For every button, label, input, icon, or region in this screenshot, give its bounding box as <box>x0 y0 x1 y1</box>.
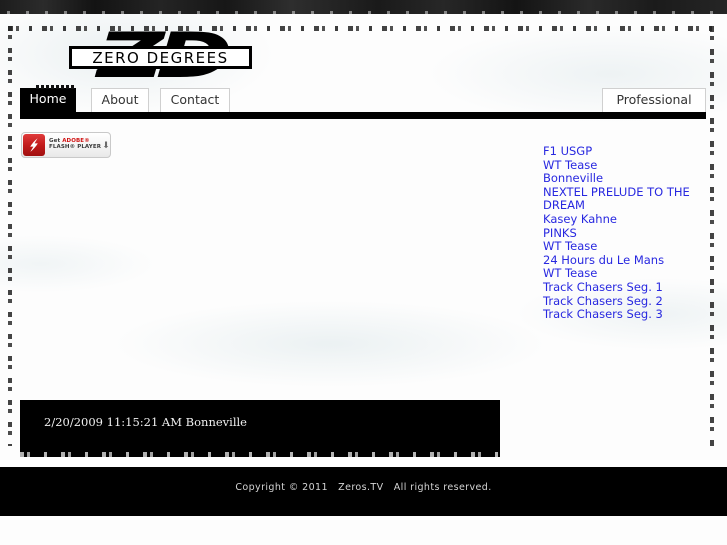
page-footer: Copyright © 2011 Zeros.TV All rights res… <box>0 467 727 516</box>
video-link-1[interactable]: F1 USGP <box>543 144 703 159</box>
nav-underline-bar <box>20 112 706 119</box>
nav-tab-professional[interactable]: Professional <box>602 88 706 112</box>
video-link-8[interactable]: 24 Hours du Le Mans <box>543 253 703 268</box>
video-link-5[interactable]: Kasey Kahne <box>543 212 703 227</box>
nav-tab-contact[interactable]: Contact <box>160 88 230 112</box>
nav-tab-about[interactable]: About <box>91 88 149 112</box>
logo-nameplate: ZERO DEGREES <box>69 46 252 69</box>
video-link-3[interactable]: Bonneville <box>543 172 703 186</box>
flash-badge-line2: FLASH® PLAYER <box>49 144 102 150</box>
video-panel-grunge-edge <box>20 452 500 457</box>
top-decorative-strip <box>0 0 727 14</box>
download-arrow-icon: ⬇ <box>102 139 110 150</box>
video-link-2[interactable]: WT Tease <box>543 158 703 173</box>
video-link-list: F1 USGP WT Tease Bonneville NEXTEL PRELUDE … <box>543 144 703 322</box>
video-caption-text: 2/20/2009 11:15:21 AM Bonneville <box>44 415 247 429</box>
video-player-panel[interactable]: 2/20/2009 11:15:21 AM Bonneville <box>20 400 500 457</box>
video-link-10[interactable]: Track Chasers Seg. 1 <box>543 280 703 295</box>
page-root: ZD ZERO DEGREES Home About Contact Profe… <box>0 0 727 545</box>
video-link-11[interactable]: Track Chasers Seg. 2 <box>543 294 703 309</box>
flash-player-icon <box>23 134 45 156</box>
logo-nameplate-text: ZERO DEGREES <box>92 48 229 67</box>
copyright-text: Copyright © 2011 Zeros.TV All rights res… <box>235 482 492 493</box>
video-link-6[interactable]: PINKS <box>543 226 703 241</box>
video-link-12[interactable]: Track Chasers Seg. 3 <box>543 308 703 322</box>
main-navigation: Home About Contact Professional <box>20 85 706 112</box>
get-flash-player-button[interactable]: Get ADOBE® FLASH® PLAYER ⬇ <box>21 132 111 158</box>
video-link-7[interactable]: WT Tease <box>543 240 703 254</box>
site-logo[interactable]: ZD ZERO DEGREES <box>63 31 258 84</box>
video-link-9[interactable]: WT Tease <box>543 267 703 281</box>
flash-badge-text: Get ADOBE® FLASH® PLAYER <box>49 138 102 151</box>
video-link-4[interactable]: NEXTEL PRELUDE TO THE DREAM <box>543 185 703 213</box>
nav-tab-home[interactable]: Home <box>20 85 76 112</box>
